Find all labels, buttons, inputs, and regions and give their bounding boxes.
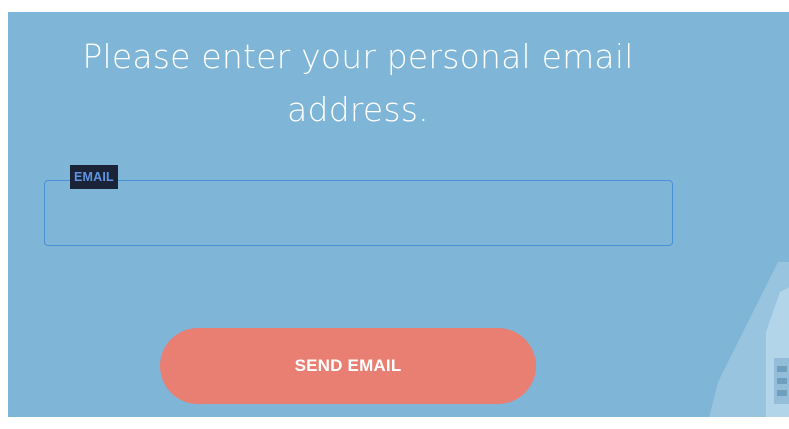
email-form-panel: Please enter your personal email address… [8, 12, 789, 417]
page: Please enter your personal email address… [0, 0, 789, 429]
form-heading: Please enter your personal email address… [82, 37, 634, 129]
send-email-button[interactable]: SEND EMAIL [160, 328, 536, 404]
email-input[interactable] [45, 181, 672, 245]
background-illustration [709, 262, 789, 417]
email-field-container[interactable] [44, 180, 673, 246]
email-field-label: EMAIL [70, 165, 118, 189]
